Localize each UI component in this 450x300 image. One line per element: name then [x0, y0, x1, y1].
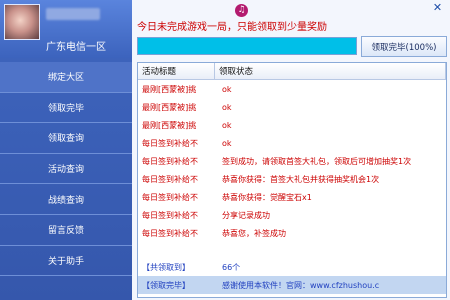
- table-row[interactable]: 每日签到补给不 恭喜你获得：觉醒宝石x1: [138, 188, 446, 206]
- sidebar-item-label: 战绩查询: [47, 195, 84, 206]
- sidebar-item-label: 绑定大区: [47, 73, 84, 84]
- row-status: 分享记录成功: [222, 210, 270, 220]
- server-name: 广东电信一区: [46, 42, 106, 53]
- app-window: 广东电信一区 绑定大区 领取完毕 领取查询 活动查询 战绩查询 留言反馈 关于助…: [0, 0, 450, 300]
- notice-text: 今日未完成游戏一局，只能领取到少量奖励: [137, 22, 327, 33]
- sidebar-item-bind-region[interactable]: 绑定大区: [0, 62, 132, 93]
- row-status: 签到成功，请领取首签大礼包，领取后可增加抽奖1次: [222, 156, 412, 166]
- progress-fill: [138, 38, 356, 54]
- row-title: 最刚[西蒙被]挑: [142, 120, 197, 130]
- total-value: 66个: [222, 262, 241, 272]
- row-status: ok: [222, 120, 232, 130]
- sidebar-item-label: 活动查询: [47, 165, 84, 176]
- profile-panel: 广东电信一区: [0, 0, 132, 58]
- table-spacer: [138, 242, 446, 258]
- sidebar-item-activity-query[interactable]: 活动查询: [0, 154, 132, 185]
- row-status: ok: [222, 84, 232, 94]
- table-header: 活动标题 领取状态: [138, 63, 446, 80]
- sidebar-item-label: 留言反馈: [47, 226, 84, 237]
- sidebar-item-label: 领取查询: [47, 134, 84, 145]
- footer-status: 【领取完毕】: [142, 280, 190, 290]
- row-title: 最刚[西蒙被]挑: [142, 84, 197, 94]
- row-status: 恭喜你获得：首签大礼包并获得抽奖机会1次: [222, 174, 380, 184]
- row-status: ok: [222, 138, 232, 148]
- sidebar-item-feedback[interactable]: 留言反馈: [0, 215, 132, 246]
- row-title: 每日签到补给不: [142, 210, 198, 220]
- row-status: 恭喜你获得：觉醒宝石x1: [222, 192, 312, 202]
- sidebar: 广东电信一区 绑定大区 领取完毕 领取查询 活动查询 战绩查询 留言反馈 关于助…: [0, 0, 132, 300]
- row-title: 每日签到补给不: [142, 228, 198, 238]
- table-row[interactable]: 每日签到补给不 签到成功，请领取首签大礼包，领取后可增加抽奖1次: [138, 152, 446, 170]
- table-row[interactable]: 每日签到补给不 分享记录成功: [138, 206, 446, 224]
- sidebar-item-label: 关于助手: [47, 256, 84, 267]
- app-logo-icon: ♫: [235, 4, 248, 17]
- row-title: 最刚[西蒙被]挑: [142, 102, 197, 112]
- total-label: 【共领取到】: [142, 262, 190, 272]
- row-title: 每日签到补给不: [142, 156, 198, 166]
- total-row: 【共领取到】 66个: [138, 258, 446, 276]
- nav-list: 绑定大区 领取完毕 领取查询 活动查询 战绩查询 留言反馈 关于助手: [0, 62, 132, 277]
- footer-thanks: 感谢使用本软件！官网：www.cfzhushou.c: [222, 280, 380, 290]
- header-claim-status: 领取状态: [215, 63, 446, 79]
- username: [46, 8, 100, 20]
- header-activity-title: 活动标题: [138, 63, 215, 79]
- sidebar-item-label: 领取完毕: [47, 103, 84, 114]
- avatar[interactable]: [4, 4, 40, 40]
- sidebar-item-record-query[interactable]: 战绩查询: [0, 184, 132, 215]
- table-body: 最刚[西蒙被]挑 ok 最刚[西蒙被]挑 ok 最刚[西蒙被]挑 ok 每日签到补给不…: [138, 80, 446, 294]
- table-row[interactable]: 最刚[西蒙被]挑 ok: [138, 80, 446, 98]
- table-row[interactable]: 每日签到补给不 ok: [138, 134, 446, 152]
- table-row[interactable]: 最刚[西蒙被]挑 ok: [138, 116, 446, 134]
- footer-row: 【领取完毕】 感谢使用本软件！官网：www.cfzhushou.c: [138, 276, 446, 294]
- sidebar-item-about[interactable]: 关于助手: [0, 246, 132, 277]
- row-title: 每日签到补给不: [142, 192, 198, 202]
- row-title: 每日签到补给不: [142, 174, 198, 184]
- claim-status-button[interactable]: 领取完毕(100%): [361, 36, 447, 57]
- progress-bar: [137, 37, 357, 55]
- close-icon[interactable]: ✕: [431, 2, 444, 14]
- table-row[interactable]: 每日签到补给不 恭喜您，补签成功: [138, 224, 446, 242]
- row-title: 每日签到补给不: [142, 138, 198, 148]
- sidebar-item-claim-done[interactable]: 领取完毕: [0, 93, 132, 124]
- activity-table: 活动标题 领取状态 最刚[西蒙被]挑 ok 最刚[西蒙被]挑 ok 最刚[西蒙被]挑…: [137, 62, 447, 298]
- sidebar-item-claim-query[interactable]: 领取查询: [0, 123, 132, 154]
- main-panel: ♫ ✕ 今日未完成游戏一局，只能领取到少量奖励 领取完毕(100%) 活动标题 …: [132, 0, 450, 300]
- row-status: ok: [222, 102, 232, 112]
- table-row[interactable]: 最刚[西蒙被]挑 ok: [138, 98, 446, 116]
- row-status: 恭喜您，补签成功: [222, 228, 286, 238]
- table-row[interactable]: 每日签到补给不 恭喜你获得：首签大礼包并获得抽奖机会1次: [138, 170, 446, 188]
